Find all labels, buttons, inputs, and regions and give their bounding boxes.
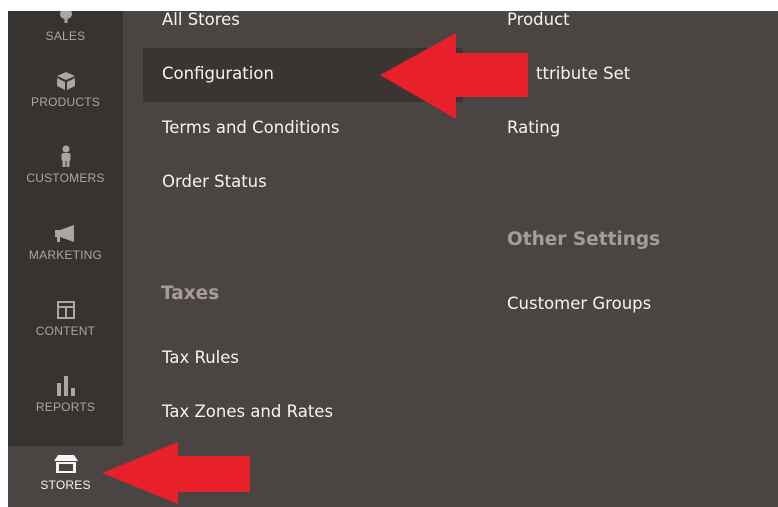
menu-link-terms-and-conditions[interactable]: Terms and Conditions [162,118,339,137]
person-icon [59,145,73,167]
menu-link-configuration[interactable]: Configuration [162,64,274,83]
sidebar-item-label: CONTENT [35,324,96,338]
menu-link-tax-rules[interactable]: Tax Rules [162,348,239,367]
storefront-icon [53,452,79,474]
sidebar-item-products[interactable]: PRODUCTS [8,69,123,145]
dollar-icon [57,11,75,25]
sidebar-item-label: MARKETING [28,248,103,262]
menu-link-all-stores[interactable]: All Stores [162,11,240,29]
megaphone-icon [54,222,78,244]
annotation-arrow-stores [102,442,250,504]
bar-chart-icon [55,374,77,396]
box-icon [56,69,76,91]
admin-sidebar: SALES PRODUCTS CUSTOMERS MARKETING CONTE [8,11,123,507]
layout-icon [56,298,76,320]
section-heading-other-settings: Other Settings [507,229,661,250]
sidebar-item-label: REPORTS [35,400,96,414]
menu-link-product[interactable]: Product [507,11,570,29]
sidebar-item-label: STORES [40,478,91,492]
sidebar-item-reports[interactable]: REPORTS [8,374,123,450]
section-heading-taxes: Taxes [161,283,220,304]
annotation-arrow-configuration [380,33,528,119]
menu-link-attribute-set[interactable]: ttribute Set [536,64,630,83]
menu-link-order-status[interactable]: Order Status [162,172,267,191]
sidebar-item-marketing[interactable]: MARKETING [8,222,123,298]
menu-link-customer-groups[interactable]: Customer Groups [507,294,651,313]
sidebar-item-content[interactable]: CONTENT [8,298,123,374]
sidebar-item-customers[interactable]: CUSTOMERS [8,145,123,221]
menu-link-tax-zones-and-rates[interactable]: Tax Zones and Rates [162,402,333,421]
sidebar-item-label: CUSTOMERS [26,171,105,185]
sidebar-item-label: SALES [45,29,86,43]
sidebar-item-label: PRODUCTS [31,95,100,109]
